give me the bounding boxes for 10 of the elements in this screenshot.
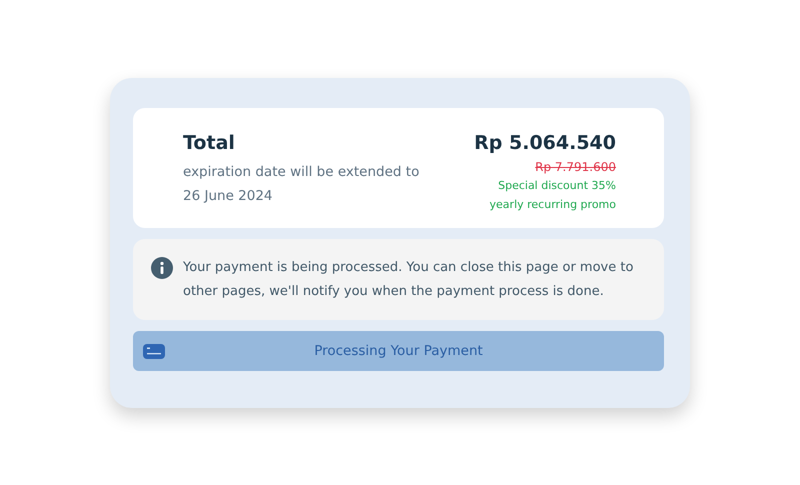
promo-label: yearly recurring promo	[490, 197, 616, 213]
processing-message: Your payment is being processed. You can close this page or move to other pages, we'll notify you when the payment process is done.	[183, 258, 634, 300]
total-price: Rp 5.064.540	[474, 132, 616, 154]
discount-label: Special discount 35%	[498, 178, 616, 194]
expiration-note: expiration date will be extended to 26 June 2024	[183, 163, 420, 206]
processing-button[interactable]: Processing Your Payment	[133, 331, 664, 371]
card-icon	[143, 344, 165, 359]
original-price: Rp 7.791.600	[535, 159, 616, 176]
total-title: Total	[183, 132, 236, 154]
info-icon	[151, 257, 173, 279]
